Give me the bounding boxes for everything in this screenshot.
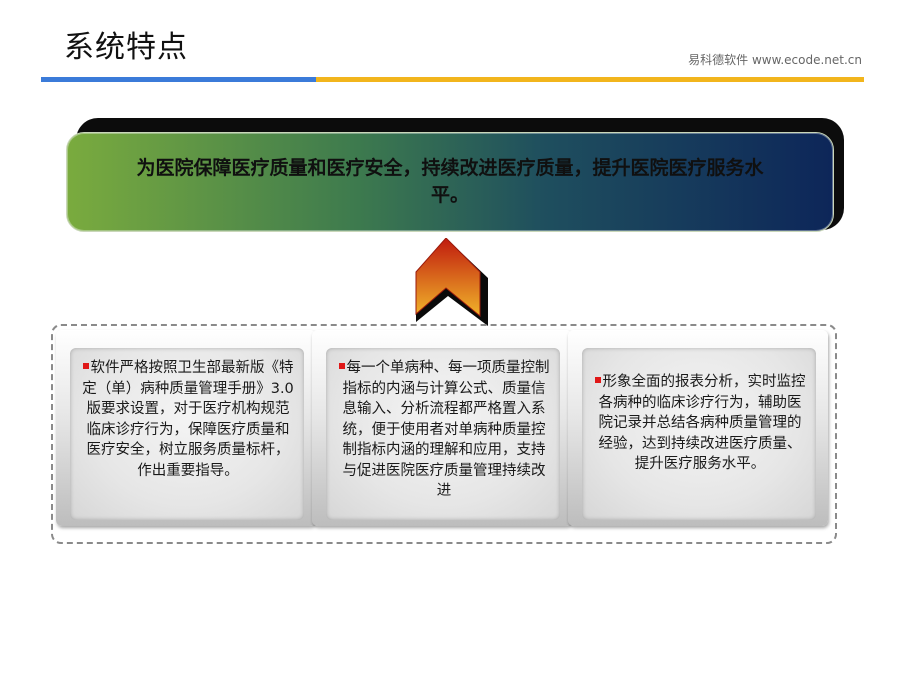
- feature-card-2: 每一个单病种、每一项质量控制指标的内涵与计算公式、质量信息输入、分析流程都严格置…: [312, 330, 572, 526]
- bullet-icon: [338, 363, 345, 369]
- goal-banner: 为医院保障医疗质量和医疗安全，持续改进医疗质量，提升医院医疗服务水平。: [66, 132, 834, 232]
- card-face: 软件严格按照卫生部最新版《特定（单）病种质量管理手册》3.0版要求设置，对于医疗…: [70, 348, 304, 520]
- up-arrow-icon: [415, 238, 488, 326]
- slide-title: 系统特点: [64, 30, 188, 65]
- header-rule-yellow: [316, 77, 864, 82]
- card-face: 形象全面的报表分析，实时监控各病种的临床诊疗行为，辅助医院记录并总结各病种质量管…: [582, 348, 816, 520]
- header-rule-blue: [41, 77, 316, 82]
- card-text: 软件严格按照卫生部最新版《特定（单）病种质量管理手册》3.0版要求设置，对于医疗…: [82, 360, 294, 479]
- banner-text: 为医院保障医疗质量和医疗安全，持续改进医疗质量，提升医院医疗服务水平。: [136, 157, 764, 206]
- card-text: 形象全面的报表分析，实时监控各病种的临床诊疗行为，辅助医院记录并总结各病种质量管…: [592, 372, 808, 475]
- brand-label: 易科德软件 www.ecode.net.cn: [688, 53, 862, 67]
- feature-card-1: 软件严格按照卫生部最新版《特定（单）病种质量管理手册》3.0版要求设置，对于医疗…: [56, 330, 316, 526]
- card-face: 每一个单病种、每一项质量控制指标的内涵与计算公式、质量信息输入、分析流程都严格置…: [326, 348, 560, 520]
- feature-card-3: 形象全面的报表分析，实时监控各病种的临床诊疗行为，辅助医院记录并总结各病种质量管…: [568, 330, 828, 526]
- bullet-icon: [594, 377, 601, 383]
- bullet-icon: [82, 363, 89, 369]
- card-text: 每一个单病种、每一项质量控制指标的内涵与计算公式、质量信息输入、分析流程都严格置…: [336, 358, 552, 502]
